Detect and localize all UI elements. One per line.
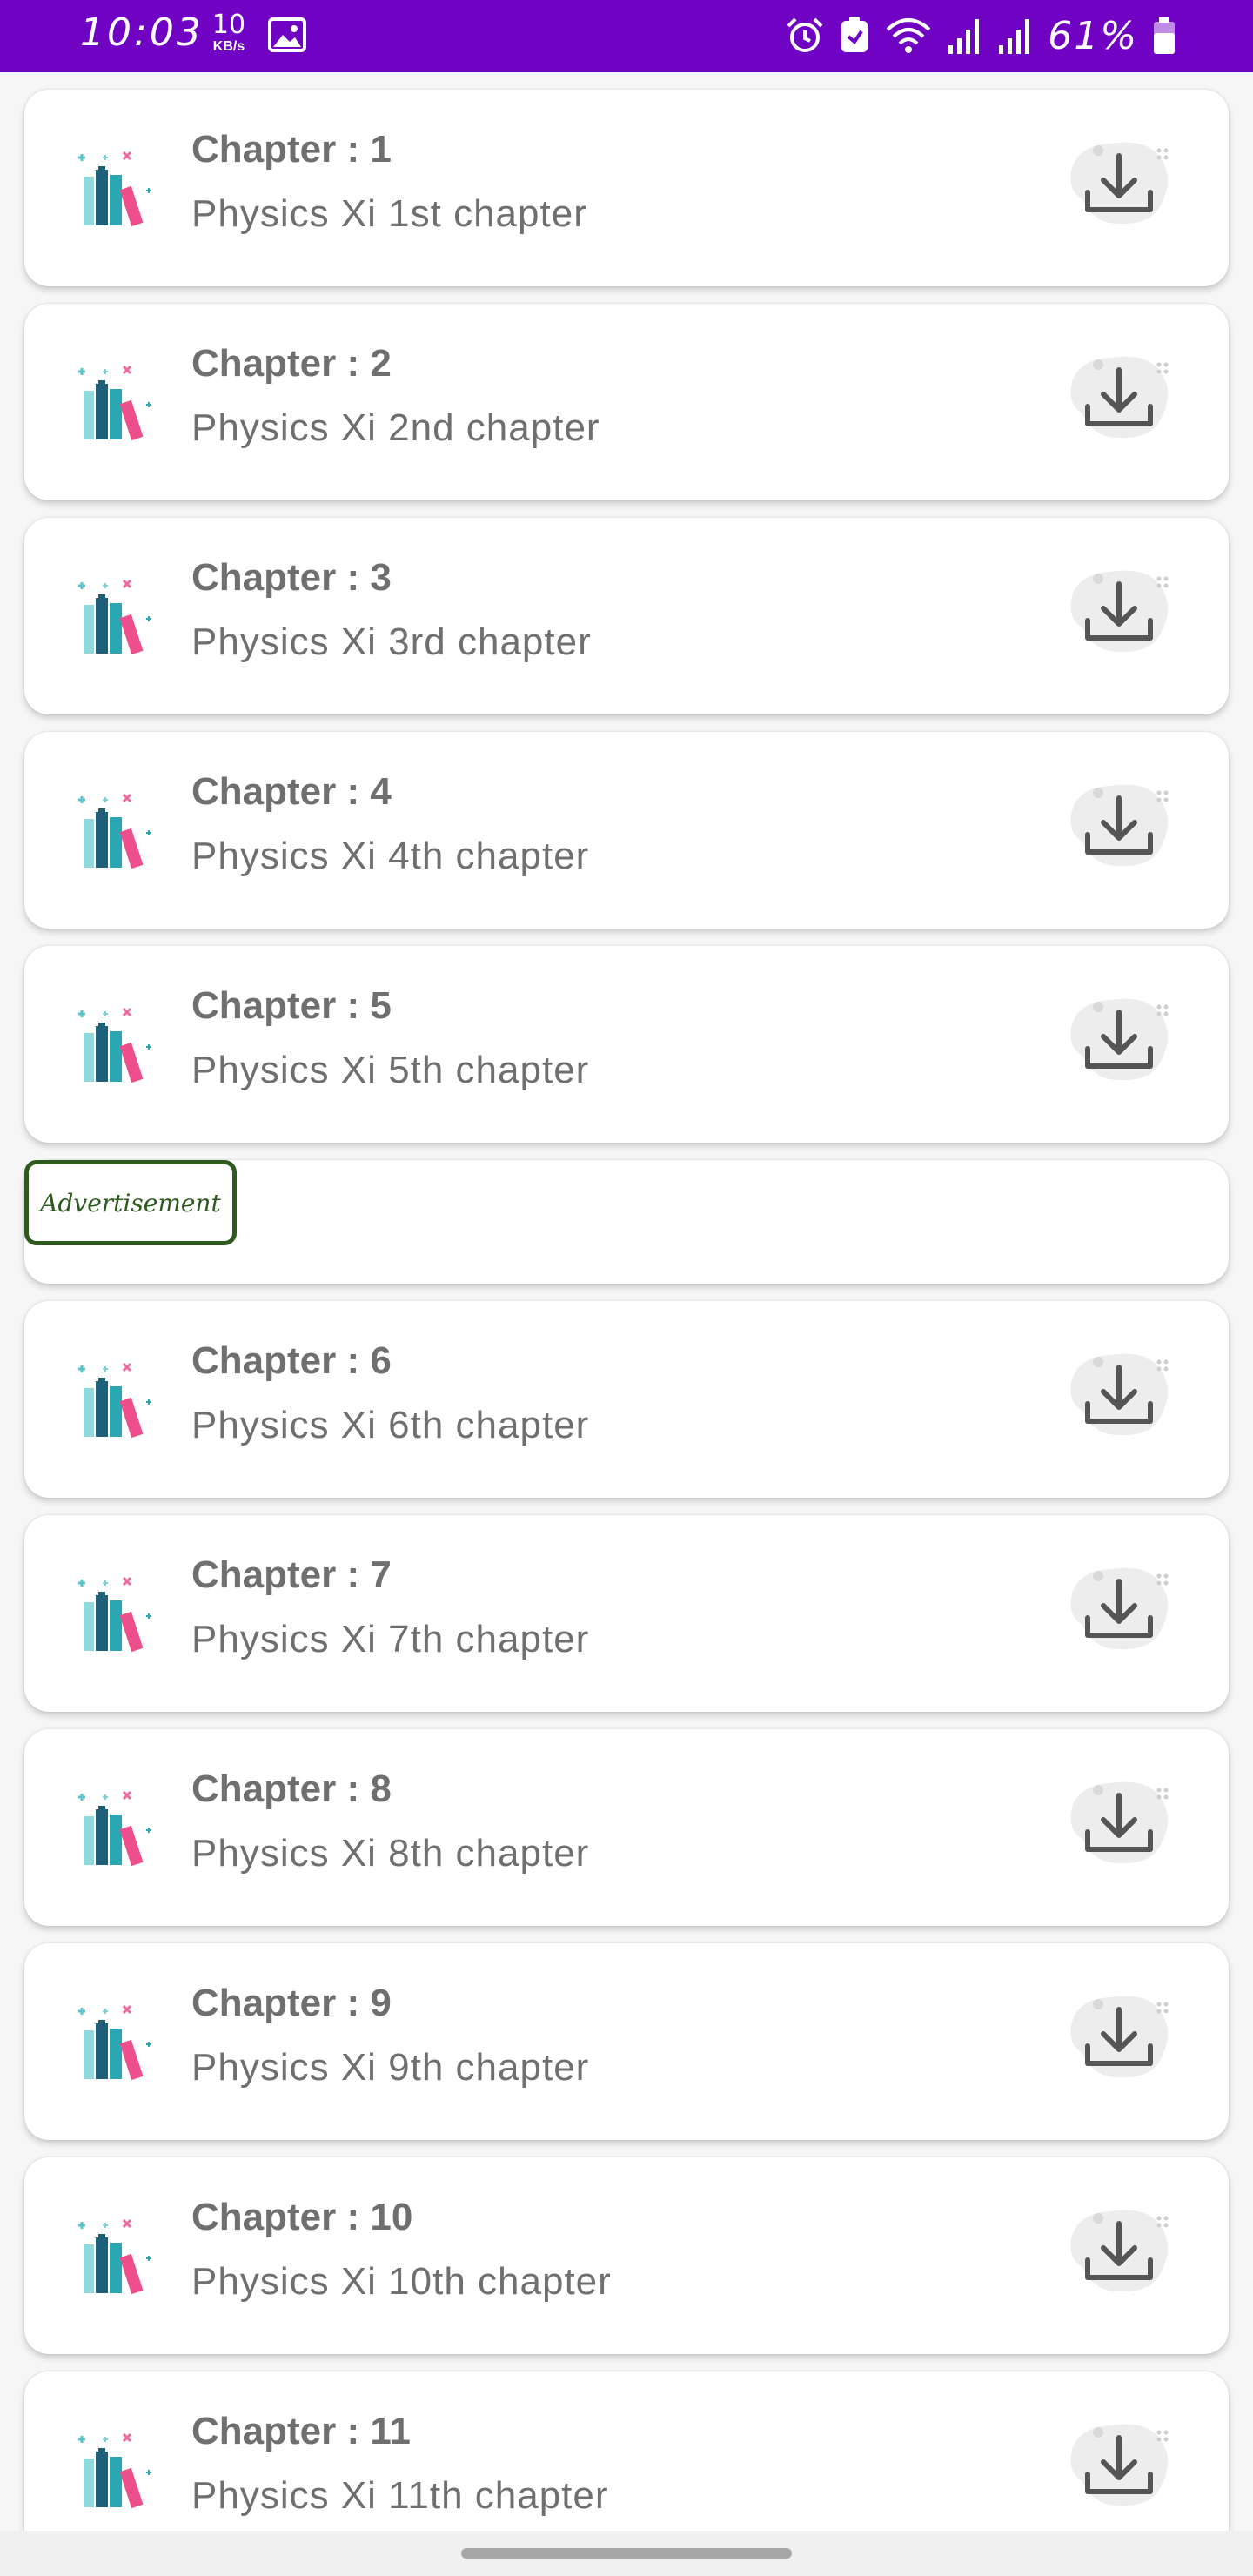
download-icon[interactable] xyxy=(1058,1992,1180,2088)
download-icon[interactable] xyxy=(1058,138,1180,234)
gallery-icon xyxy=(268,17,306,52)
download-icon[interactable] xyxy=(1058,1778,1180,1874)
chapter-card-11[interactable]: Chapter : 11 Physics Xi 11th chapter xyxy=(24,2371,1229,2531)
download-icon[interactable] xyxy=(1058,781,1180,876)
ad-banner[interactable]: Advertisement xyxy=(24,1160,1229,1284)
chapter-card-7[interactable]: Chapter : 7 Physics Xi 7th chapter xyxy=(24,1515,1229,1712)
chapter-subtitle: Physics Xi 11th chapter xyxy=(191,2474,609,2517)
chapter-title: Chapter : 2 xyxy=(191,342,392,385)
chapter-card-10[interactable]: Chapter : 10 Physics Xi 10th chapter xyxy=(24,2157,1229,2354)
download-icon[interactable] xyxy=(1058,2206,1180,2302)
network-speed-value: 10 xyxy=(211,10,246,40)
books-icon xyxy=(78,793,151,869)
download-icon[interactable] xyxy=(1058,2420,1180,2516)
status-bar: 10:03 10 KB/s 61% xyxy=(0,0,1253,72)
download-icon[interactable] xyxy=(1058,1564,1180,1660)
books-icon xyxy=(78,1007,151,1083)
chapter-card-5[interactable]: Chapter : 5 Physics Xi 5th chapter xyxy=(24,946,1229,1143)
chapter-subtitle: Physics Xi 3rd chapter xyxy=(191,621,592,663)
network-speed-unit: KB/s xyxy=(212,39,245,54)
network-speed: 10 KB/s xyxy=(207,12,251,54)
chapter-card-1[interactable]: Chapter : 1 Physics Xi 1st chapter xyxy=(24,90,1229,286)
signal-icon xyxy=(948,19,980,54)
books-icon xyxy=(78,1790,151,1867)
chapter-title: Chapter : 10 xyxy=(191,2196,413,2238)
chapter-title: Chapter : 4 xyxy=(191,770,392,813)
chapter-card-8[interactable]: Chapter : 8 Physics Xi 8th chapter xyxy=(24,1729,1229,1926)
books-icon xyxy=(78,2218,151,2295)
signal-icon xyxy=(999,19,1030,54)
chapter-title: Chapter : 7 xyxy=(191,1553,392,1596)
download-icon[interactable] xyxy=(1058,567,1180,662)
chapter-subtitle: Physics Xi 5th chapter xyxy=(191,1049,590,1091)
chapter-title: Chapter : 1 xyxy=(191,128,392,171)
chapter-title: Chapter : 5 xyxy=(191,984,392,1027)
download-icon[interactable] xyxy=(1058,352,1180,448)
books-icon xyxy=(78,1576,151,1653)
books-icon xyxy=(78,151,151,227)
books-icon xyxy=(78,2432,151,2509)
chapter-list[interactable]: Chapter : 1 Physics Xi 1st chapter Chapt… xyxy=(0,72,1253,2531)
books-icon xyxy=(78,579,151,655)
chapter-card-4[interactable]: Chapter : 4 Physics Xi 4th chapter xyxy=(24,732,1229,929)
chapter-title: Chapter : 3 xyxy=(191,556,392,599)
battery-percentage: 61% xyxy=(1048,13,1138,58)
books-icon xyxy=(78,2004,151,2081)
chapter-subtitle: Physics Xi 2nd chapter xyxy=(191,406,600,449)
download-icon[interactable] xyxy=(1058,1350,1180,1446)
chapter-subtitle: Physics Xi 9th chapter xyxy=(191,2046,590,2089)
chapter-card-3[interactable]: Chapter : 3 Physics Xi 3rd chapter xyxy=(24,518,1229,714)
chapter-card-2[interactable]: Chapter : 2 Physics Xi 2nd chapter xyxy=(24,304,1229,500)
chapter-title: Chapter : 8 xyxy=(191,1768,392,1810)
alarm-icon xyxy=(787,17,823,52)
books-icon xyxy=(78,1362,151,1439)
ad-label: Advertisement xyxy=(24,1160,237,1245)
wifi-icon xyxy=(886,18,931,53)
status-icons: 61% xyxy=(785,12,1176,59)
download-icon[interactable] xyxy=(1058,995,1180,1090)
navigation-bar xyxy=(0,2531,1253,2576)
chapter-title: Chapter : 6 xyxy=(191,1339,392,1382)
nfc-icon xyxy=(841,17,868,52)
home-gesture-handle[interactable] xyxy=(461,2548,792,2559)
chapter-subtitle: Physics Xi 10th chapter xyxy=(191,2260,612,2303)
chapter-card-9[interactable]: Chapter : 9 Physics Xi 9th chapter xyxy=(24,1943,1229,2140)
chapter-subtitle: Physics Xi 7th chapter xyxy=(191,1618,590,1660)
chapter-title: Chapter : 11 xyxy=(191,2410,411,2452)
chapter-card-6[interactable]: Chapter : 6 Physics Xi 6th chapter xyxy=(24,1301,1229,1498)
books-icon xyxy=(78,365,151,441)
status-time: 10:03 xyxy=(80,10,204,55)
chapter-subtitle: Physics Xi 8th chapter xyxy=(191,1832,590,1875)
chapter-subtitle: Physics Xi 4th chapter xyxy=(191,835,590,877)
battery-icon xyxy=(1154,17,1175,54)
chapter-subtitle: Physics Xi 1st chapter xyxy=(191,192,587,235)
chapter-subtitle: Physics Xi 6th chapter xyxy=(191,1404,590,1446)
chapter-title: Chapter : 9 xyxy=(191,1982,392,2024)
